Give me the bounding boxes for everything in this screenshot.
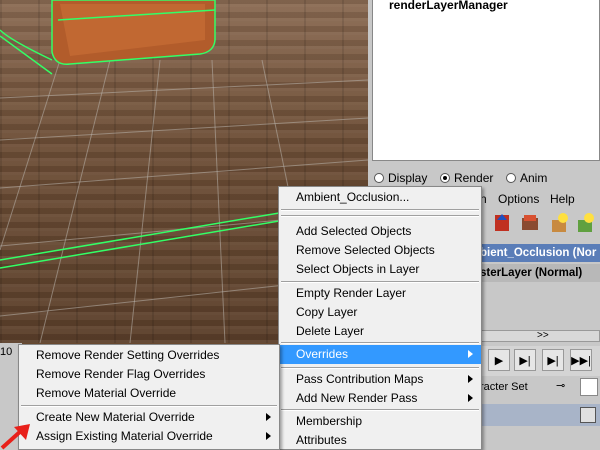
menu-item-create-new-material-override[interactable]: Create New Material Override — [19, 408, 279, 427]
menu-item-remove-render-setting-overrides[interactable]: Remove Render Setting Overrides — [19, 346, 279, 365]
step-forward-key-icon[interactable]: ▶| — [514, 349, 536, 371]
submenu-arrow-icon — [468, 350, 473, 358]
menu-separator — [281, 342, 479, 344]
layer-stack-icon[interactable] — [520, 212, 540, 234]
submenu-arrow-icon — [468, 394, 473, 402]
step-forward-icon[interactable]: ▶| — [542, 349, 564, 371]
menu-item-delete-layer[interactable]: Delete Layer — [279, 322, 481, 341]
menu-item-ambient-occlusion[interactable]: Ambient_Occlusion... — [279, 188, 481, 207]
character-set-row: racter Set ⊸ — [480, 378, 600, 400]
outliner-panel: renderLayerManager — [372, 0, 600, 161]
new-layer-icon[interactable] — [550, 212, 570, 234]
layer-editor-menubar: n Options Help — [480, 192, 600, 208]
radio-display-dot[interactable] — [374, 173, 384, 183]
character-set-label: racter Set — [480, 381, 528, 393]
layer-toolbar — [480, 210, 600, 238]
command-line-bar[interactable] — [480, 404, 600, 426]
menu-options[interactable]: Options — [498, 192, 539, 206]
menu-item-create-new-material-override-label: Create New Material Override — [36, 410, 195, 424]
radio-render-dot[interactable] — [440, 173, 450, 183]
scroll-expand-label[interactable]: >> — [537, 330, 549, 341]
outliner-item-render-layer-manager[interactable]: renderLayerManager — [389, 0, 508, 12]
red-pointer-arrow-icon — [0, 424, 30, 450]
menu-item-attributes[interactable]: Attributes — [279, 431, 481, 450]
layer-row-master-layer[interactable]: sterLayer (Normal) — [480, 264, 600, 282]
radio-anim[interactable]: Anim — [506, 171, 547, 185]
menu-item-remove-material-override[interactable]: Remove Material Override — [19, 384, 279, 403]
menu-item-remove-render-flag-overrides[interactable]: Remove Render Flag Overrides — [19, 365, 279, 384]
key-icon[interactable]: ⊸ — [556, 379, 565, 392]
menu-item-membership[interactable]: Membership — [279, 412, 481, 431]
menu-separator — [21, 405, 277, 407]
menu-separator — [281, 281, 479, 283]
new-layer-selected-icon[interactable] — [576, 212, 596, 234]
go-to-end-icon[interactable]: ▶▶| — [570, 349, 592, 371]
layer-row-ambient-occlusion[interactable]: bient_Occlusion (Nor — [480, 244, 600, 262]
radio-render[interactable]: Render — [440, 171, 493, 185]
menu-separator — [281, 215, 479, 217]
menu-separator — [281, 367, 479, 369]
menu-item-overrides[interactable]: Overrides — [279, 345, 481, 364]
radio-anim-label: Anim — [520, 171, 548, 185]
move-layer-icon[interactable] — [492, 212, 512, 234]
menu-item-empty-render-layer[interactable]: Empty Render Layer — [279, 284, 481, 303]
playback-controls: ▶ ▶| ▶| ▶▶| — [480, 346, 600, 376]
radio-anim-dot[interactable] — [506, 173, 516, 183]
layer-type-radio-group: Display Render Anim — [374, 171, 598, 187]
menu-item-remove-selected-objects[interactable]: Remove Selected Objects — [279, 241, 481, 260]
menu-item-assign-existing-material-override-label: Assign Existing Material Override — [36, 429, 213, 443]
overrides-submenu: Remove Render Setting Overrides Remove R… — [18, 344, 280, 450]
submenu-arrow-icon — [266, 413, 271, 421]
render-layer-context-menu: Ambient_Occlusion... Add Selected Object… — [278, 186, 482, 450]
script-editor-icon[interactable] — [580, 407, 596, 423]
radio-display[interactable]: Display — [374, 171, 427, 185]
menu-item-add-new-render-pass[interactable]: Add New Render Pass — [279, 389, 481, 408]
menu-item-select-objects-in-layer[interactable]: Select Objects in Layer — [279, 260, 481, 279]
submenu-arrow-icon — [468, 375, 473, 383]
menu-separator — [281, 209, 479, 211]
radio-render-label: Render — [454, 171, 494, 185]
menu-item-add-selected-objects[interactable]: Add Selected Objects — [279, 222, 481, 241]
menu-separator — [281, 409, 479, 411]
menu-item-overrides-label: Overrides — [296, 347, 349, 361]
left-strip-value: 10 — [0, 346, 13, 358]
menu-item-copy-layer[interactable]: Copy Layer — [279, 303, 481, 322]
menu-item-pass-contribution-maps[interactable]: Pass Contribution Maps — [279, 370, 481, 389]
layer-horizontal-scrollbar[interactable]: >> — [480, 330, 600, 342]
menu-item-pass-contribution-maps-label: Pass Contribution Maps — [296, 372, 424, 386]
radio-display-label: Display — [388, 171, 428, 185]
menu-item-add-new-render-pass-label: Add New Render Pass — [296, 391, 418, 405]
submenu-arrow-icon — [266, 432, 271, 440]
menu-help[interactable]: Help — [550, 192, 575, 206]
auto-key-icon[interactable] — [580, 378, 598, 396]
menu-item-assign-existing-material-override[interactable]: Assign Existing Material Override — [19, 427, 279, 446]
play-forward-icon[interactable]: ▶ — [488, 349, 510, 371]
